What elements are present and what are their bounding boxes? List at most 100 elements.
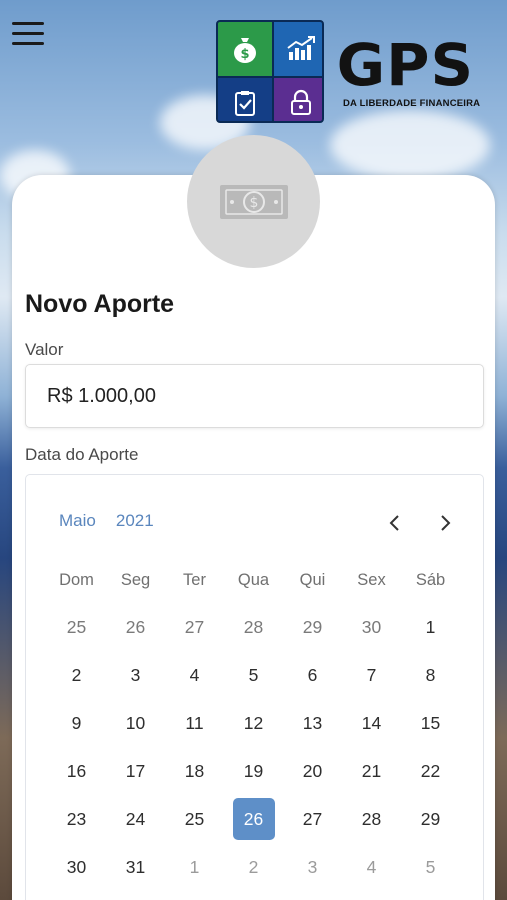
calendar-day[interactable]: 2 <box>47 651 106 699</box>
calendar-day[interactable]: 25 <box>165 795 224 843</box>
calendar-day[interactable]: 26 <box>106 603 165 651</box>
calendar-day[interactable]: 25 <box>47 603 106 651</box>
brand-tagline: DA LIBERDADE FINANCEIRA <box>343 98 481 109</box>
svg-text:$: $ <box>249 195 258 211</box>
valor-input[interactable]: R$ 1.000,00 <box>25 364 484 428</box>
calendar-day[interactable]: 29 <box>283 603 342 651</box>
calendar-day-label: 3 <box>130 664 141 685</box>
calendar-day-label: 26 <box>232 798 275 840</box>
weekday-header: Qua <box>237 571 270 589</box>
calendar-day[interactable]: 12 <box>224 699 283 747</box>
calendar-day[interactable]: 3 <box>283 843 342 891</box>
calendar-day[interactable]: 4 <box>165 651 224 699</box>
calendar-day[interactable]: 16 <box>47 747 106 795</box>
calendar-day-label: 2 <box>71 664 82 685</box>
calendar-day[interactable]: 29 <box>401 795 460 843</box>
calendar-day-label: 26 <box>125 616 146 637</box>
calendar-day[interactable]: 22 <box>401 747 460 795</box>
calendar-day[interactable]: 4 <box>342 843 401 891</box>
calendar-day-label: 23 <box>66 808 87 829</box>
calendar-day-label: 15 <box>420 712 441 733</box>
calendar-day-label: 4 <box>366 856 377 877</box>
calendar-day-label: 21 <box>361 760 382 781</box>
calendar-day-selected[interactable]: 26 <box>224 795 283 843</box>
calendar-day[interactable]: 8 <box>401 651 460 699</box>
calendar-day[interactable]: 10 <box>106 699 165 747</box>
chevron-left-icon[interactable] <box>383 511 407 535</box>
calendar-day-label: 24 <box>125 808 146 829</box>
calendar-day-label: 17 <box>125 760 146 781</box>
calendar-day[interactable]: 13 <box>283 699 342 747</box>
checklist-icon <box>218 78 272 121</box>
calendar-day[interactable]: 23 <box>47 795 106 843</box>
calendar-day[interactable]: 20 <box>283 747 342 795</box>
hamburger-menu-icon[interactable] <box>12 22 46 48</box>
calendar-day-label: 7 <box>366 664 377 685</box>
calendar-day[interactable]: 1 <box>165 843 224 891</box>
calendar-day[interactable]: 9 <box>47 699 106 747</box>
calendar-day-label: 13 <box>302 712 323 733</box>
calendar-day[interactable]: 30 <box>342 603 401 651</box>
calendar-day[interactable]: 11 <box>165 699 224 747</box>
weekday-header: Seg <box>120 571 151 589</box>
calendar-day[interactable]: 27 <box>283 795 342 843</box>
calendar-day-label: 18 <box>184 760 205 781</box>
calendar-day-label: 14 <box>361 712 382 733</box>
calendar-day-label: 16 <box>66 760 87 781</box>
banknote-icon: $ <box>187 135 320 268</box>
calendar-day[interactable]: 18 <box>165 747 224 795</box>
calendar-day[interactable]: 17 <box>106 747 165 795</box>
calendar-day-label: 12 <box>243 712 264 733</box>
calendar-day-label: 3 <box>307 856 318 877</box>
calendar-day[interactable]: 30 <box>47 843 106 891</box>
calendar-day-label: 30 <box>66 856 87 877</box>
calendar-grid: Dom Seg Ter Qua Qui Sex Sáb 25 26 27 28 29 30 1 2 3 4 5 6 7… <box>47 557 460 891</box>
weekday-header: Sáb <box>415 571 446 589</box>
calendar-day-label: 30 <box>361 616 382 637</box>
calendar-day-label: 11 <box>185 712 204 733</box>
calendar-day-label: 9 <box>71 712 82 733</box>
brand-wordmark: GPS DA LIBERDADE FINANCEIRA <box>337 36 481 109</box>
calendar-day[interactable]: 19 <box>224 747 283 795</box>
year-selector[interactable]: 2021 <box>116 511 154 530</box>
calendar-day-label: 8 <box>425 664 436 685</box>
money-bag-icon: $ <box>218 22 272 76</box>
calendar-day[interactable]: 6 <box>283 651 342 699</box>
calendar-day[interactable]: 21 <box>342 747 401 795</box>
calendar-day[interactable]: 5 <box>401 843 460 891</box>
weekday-header: Qui <box>299 571 326 589</box>
calendar-day[interactable]: 2 <box>224 843 283 891</box>
calendar-day-label: 1 <box>189 856 200 877</box>
svg-text:$: $ <box>240 47 249 62</box>
calendar-day[interactable]: 28 <box>342 795 401 843</box>
weekday-header: Sex <box>357 571 386 589</box>
data-aporte-label: Data do Aporte <box>25 445 139 464</box>
chevron-right-icon[interactable] <box>433 511 457 535</box>
calendar-header: Maio 2021 <box>59 511 154 531</box>
app-logo: $ <box>216 20 324 123</box>
month-selector[interactable]: Maio <box>59 511 96 530</box>
calendar-day-label: 29 <box>420 808 441 829</box>
calendar-day[interactable]: 7 <box>342 651 401 699</box>
calendar-day[interactable]: 31 <box>106 843 165 891</box>
calendar-day-label: 5 <box>248 664 259 685</box>
calendar-day[interactable]: 14 <box>342 699 401 747</box>
calendar-day-label: 2 <box>248 856 259 877</box>
weekday-header: Dom <box>59 571 94 589</box>
calendar-day[interactable]: 27 <box>165 603 224 651</box>
weekday-header: Ter <box>183 571 206 589</box>
date-picker: Maio 2021 Dom Seg Ter Qua Qui Sex Sáb 25 26 27 28 29… <box>25 474 484 900</box>
calendar-day[interactable]: 24 <box>106 795 165 843</box>
calendar-day[interactable]: 28 <box>224 603 283 651</box>
calendar-day[interactable]: 3 <box>106 651 165 699</box>
cloud-decoration <box>330 110 490 180</box>
calendar-day-label: 31 <box>125 856 146 877</box>
padlock-icon <box>274 78 322 121</box>
calendar-day-label: 27 <box>184 616 205 637</box>
calendar-day[interactable]: 5 <box>224 651 283 699</box>
calendar-day[interactable]: 1 <box>401 603 460 651</box>
calendar-day-label: 27 <box>302 808 323 829</box>
calendar-day[interactable]: 15 <box>401 699 460 747</box>
calendar-day-label: 28 <box>243 616 264 637</box>
growth-chart-icon <box>274 22 322 76</box>
